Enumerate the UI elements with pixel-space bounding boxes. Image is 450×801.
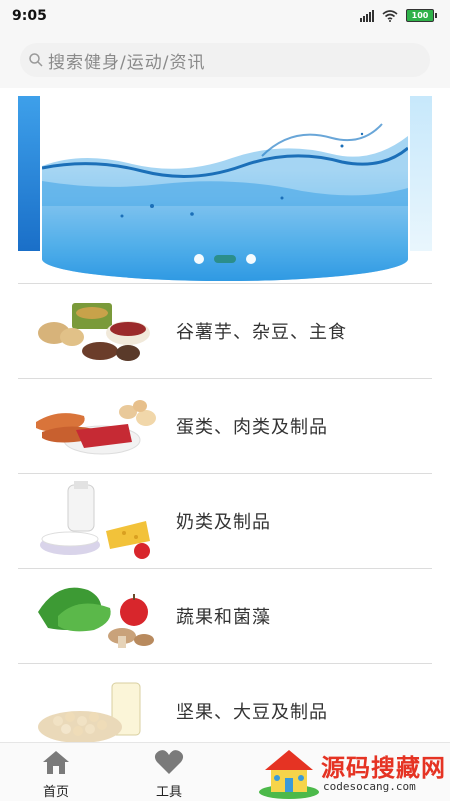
list-item-grains[interactable]: 谷薯芋、杂豆、主食 — [18, 283, 432, 378]
nuts-beans-image — [28, 671, 164, 751]
status-time: 9:05 — [12, 8, 47, 24]
dairy-image — [28, 481, 164, 561]
header: 搜索健身/运动/资讯 — [0, 34, 450, 88]
category-label: 谷薯芋、杂豆、主食 — [176, 322, 347, 343]
carousel-dot[interactable] — [246, 254, 256, 264]
nav-home[interactable]: 首页 — [26, 749, 86, 800]
watermark: 源码搜藏网 codesocang.com — [255, 742, 450, 800]
status-icons: 100 — [360, 9, 437, 22]
carousel-dot-active[interactable] — [214, 255, 236, 263]
search-input[interactable]: 搜索健身/运动/资讯 — [20, 43, 430, 77]
nav-tools-label: 工具 — [155, 785, 182, 800]
house-logo-icon — [259, 750, 319, 799]
search-placeholder: 搜索健身/运动/资讯 — [48, 52, 206, 73]
home-icon — [43, 751, 69, 774]
wifi-icon — [382, 9, 398, 22]
banner-carousel[interactable] — [0, 88, 450, 283]
list-item-meat-eggs[interactable]: 蛋类、肉类及制品 — [18, 378, 432, 473]
heart-icon — [154, 750, 184, 774]
category-list: 谷薯芋、杂豆、主食 蛋类、肉类及制品 奶类及制品 蔬果和菌藻 坚果、大豆及制品 — [18, 283, 432, 758]
nav-tools[interactable]: 工具 — [139, 749, 199, 800]
grains-image — [28, 291, 164, 371]
watermark-title: 源码搜藏网 — [321, 754, 446, 782]
battery-icon: 100 — [406, 9, 437, 22]
signal-icon — [360, 9, 374, 22]
list-item-dairy[interactable]: 奶类及制品 — [18, 473, 432, 568]
nav-home-label: 首页 — [42, 785, 69, 800]
banner-previous-slide[interactable] — [18, 96, 40, 251]
banner-next-slide[interactable] — [410, 96, 432, 251]
search-icon — [29, 53, 43, 67]
meat-eggs-image — [28, 386, 164, 466]
carousel-dot[interactable] — [194, 254, 204, 264]
category-label: 坚果、大豆及制品 — [176, 702, 328, 723]
category-label: 蔬果和菌藻 — [176, 607, 271, 628]
list-item-vegetables-fruit[interactable]: 蔬果和菌藻 — [18, 568, 432, 663]
status-bar: 9:05 100 — [0, 0, 450, 34]
watermark-url: codesocang.com — [323, 780, 416, 793]
vegetables-fruit-image — [28, 576, 164, 656]
category-label: 蛋类、肉类及制品 — [176, 417, 328, 438]
carousel-indicator — [0, 254, 450, 264]
category-label: 奶类及制品 — [176, 512, 271, 533]
